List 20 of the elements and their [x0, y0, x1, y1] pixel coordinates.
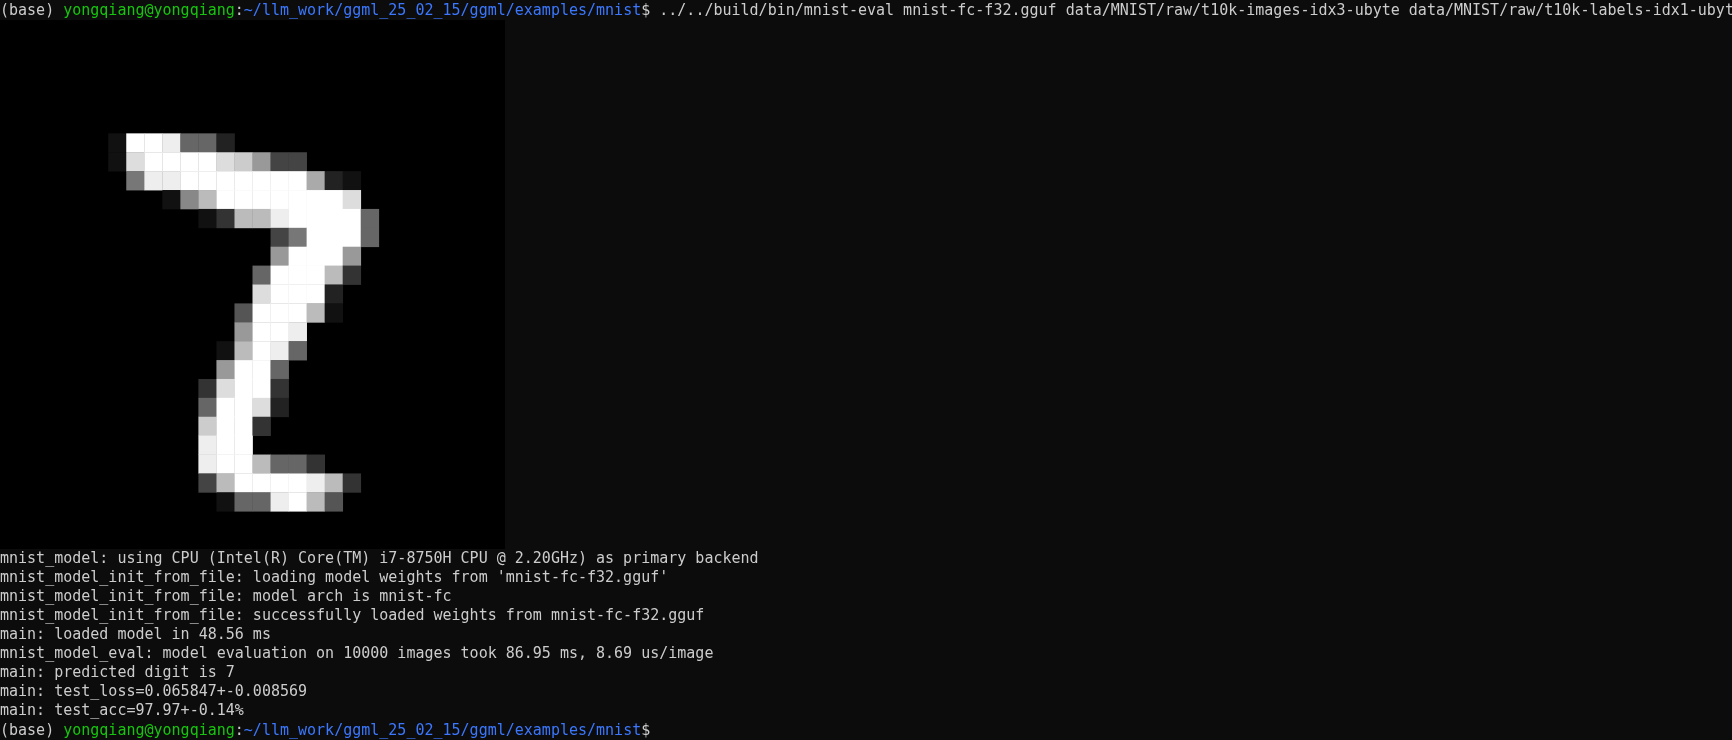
prompt-user: yongqiang@yongqiang: [63, 0, 235, 20]
prompt-user: yongqiang@yongqiang: [63, 720, 235, 740]
prompt-separator: :: [234, 720, 244, 740]
command-text: ../../build/bin/mnist-eval mnist-fc-f32.gguf data/MNIST/raw/t10k-images-idx3-ubyte data/MNIST/raw/t10k-labels-idx1-ubyt: [659, 0, 1732, 20]
output-line: mnist_model: using CPU (Intel(R) Core(TM) i7-8750H CPU @ 2.20GHz) as primary backend: [0, 549, 759, 568]
prompt-path: ~/llm_work/ggml_25_02_15/ggml/examples/mnist: [243, 720, 642, 740]
prompt-separator: :: [234, 0, 244, 20]
output-line: main: predicted digit is 7: [0, 663, 235, 682]
output-line: main: test_acc=97.97+-0.14%: [0, 701, 244, 720]
prompt-env: (base): [0, 0, 55, 20]
output-line: mnist_model_init_from_file: model arch is mnist-fc: [0, 587, 452, 606]
prompt-path: ~/llm_work/ggml_25_02_15/ggml/examples/mnist: [243, 0, 642, 20]
output-line: mnist_model_init_from_file: loading model weights from 'mnist-fc-f32.gguf': [0, 568, 669, 587]
output-line: mnist_model_eval: model evaluation on 10000 images took 86.95 ms, 8.69 us/image: [0, 644, 714, 663]
output-line: mnist_model_init_from_file: successfully loaded weights from mnist-fc-f32.gguf: [0, 606, 705, 625]
output-line: main: loaded model in 48.56 ms: [0, 625, 271, 644]
prompt-symbol: $: [641, 0, 651, 20]
prompt-symbol: $: [641, 720, 651, 740]
prompt-env: (base): [0, 720, 55, 740]
output-line: main: test_loss=0.065847+-0.008569: [0, 682, 308, 701]
